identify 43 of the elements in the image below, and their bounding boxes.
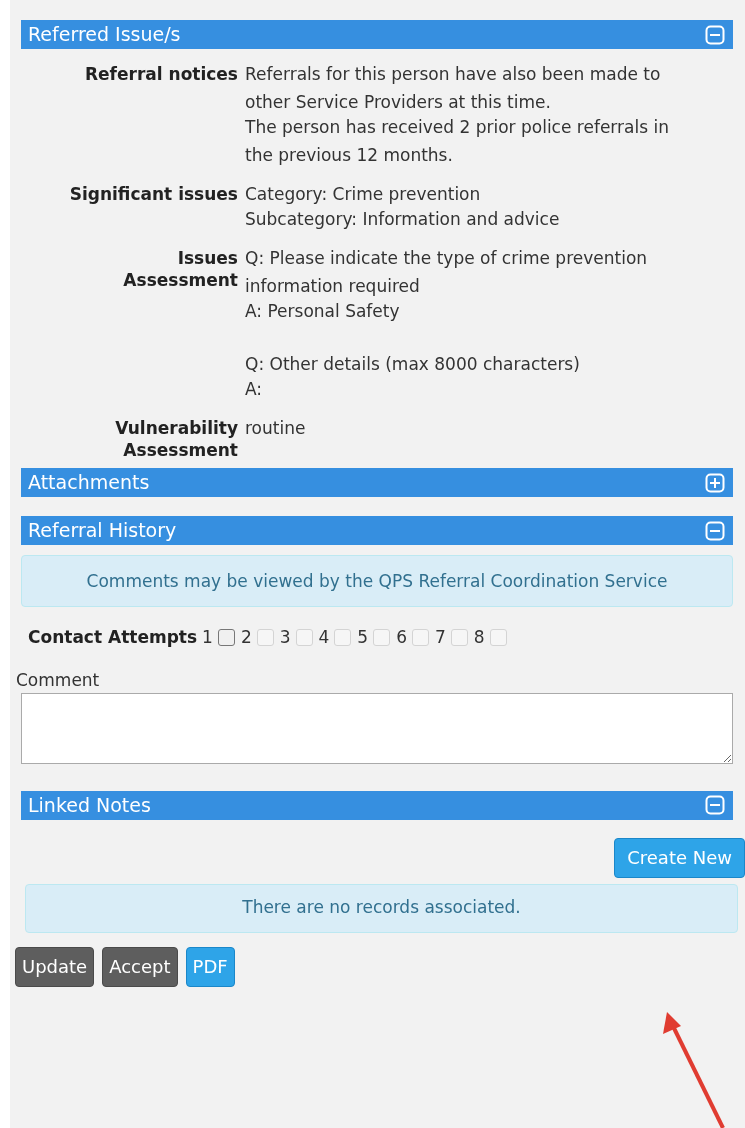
attempt-number: 8	[473, 626, 485, 649]
section-header[interactable]: Attachments	[21, 468, 733, 497]
attempt-number: 3	[279, 626, 291, 649]
section-title: Referral History	[28, 521, 177, 540]
field-value: Subcategory: Information and advice	[245, 208, 561, 231]
comment-field[interactable]	[21, 692, 733, 764]
field-value: Referrals for this person have also been made to other Service Providers at this time.	[245, 63, 662, 114]
info-notice: Comments may be viewed by the QPS Referral Coordination Service	[21, 555, 733, 607]
collapse-icon[interactable]	[705, 520, 725, 541]
collapse-icon[interactable]	[705, 795, 725, 815]
attempt-number: 2	[240, 626, 252, 649]
attempt-number: 4	[318, 626, 330, 649]
field-label: Referral notices	[84, 63, 238, 86]
field-value: A:	[245, 378, 264, 401]
attempt-number: 1	[202, 626, 213, 649]
field-value: routine	[245, 417, 307, 440]
field-label: Vulnerability Assessment	[114, 417, 238, 461]
create-new-button[interactable]: Create New	[614, 837, 745, 878]
section-title: Attachments	[28, 473, 150, 492]
section-title: Referred Issue/s	[28, 25, 181, 44]
field-label: Issues Assessment	[122, 247, 238, 292]
comment-label: Comment	[16, 668, 101, 691]
attempt-number: 7	[435, 626, 446, 649]
field-value: A: Personal Safety	[245, 300, 401, 323]
section-header[interactable]: Referred Issue/s	[21, 20, 733, 49]
action-button[interactable]: Accept	[102, 946, 178, 987]
expand-icon[interactable]	[705, 472, 725, 493]
field-label: Significant issues	[68, 183, 238, 206]
field-value: Q: Please indicate the type of crime prevention information required	[245, 247, 649, 298]
attempt-number: 6	[396, 626, 407, 649]
info-notice: There are no records associated.	[25, 883, 738, 933]
field-value: Category: Crime prevention	[245, 183, 482, 206]
section-header[interactable]: Linked Notes	[21, 790, 733, 820]
field-value: Q: Other details (max 8000 characters)	[245, 353, 581, 376]
field-value: The person has received 2 prior police referrals in the previous 12 months.	[245, 116, 670, 167]
contact-attempts-label: Contact Attempts	[28, 626, 198, 649]
attempt-number: 5	[357, 626, 369, 649]
pdf-button[interactable]: PDF	[185, 946, 235, 987]
section-header[interactable]: Referral History	[21, 516, 733, 545]
section-title: Linked Notes	[28, 795, 151, 815]
collapse-icon[interactable]	[705, 24, 725, 45]
attempt-checkbox[interactable]	[217, 629, 235, 647]
action-button[interactable]: Update	[15, 946, 95, 987]
